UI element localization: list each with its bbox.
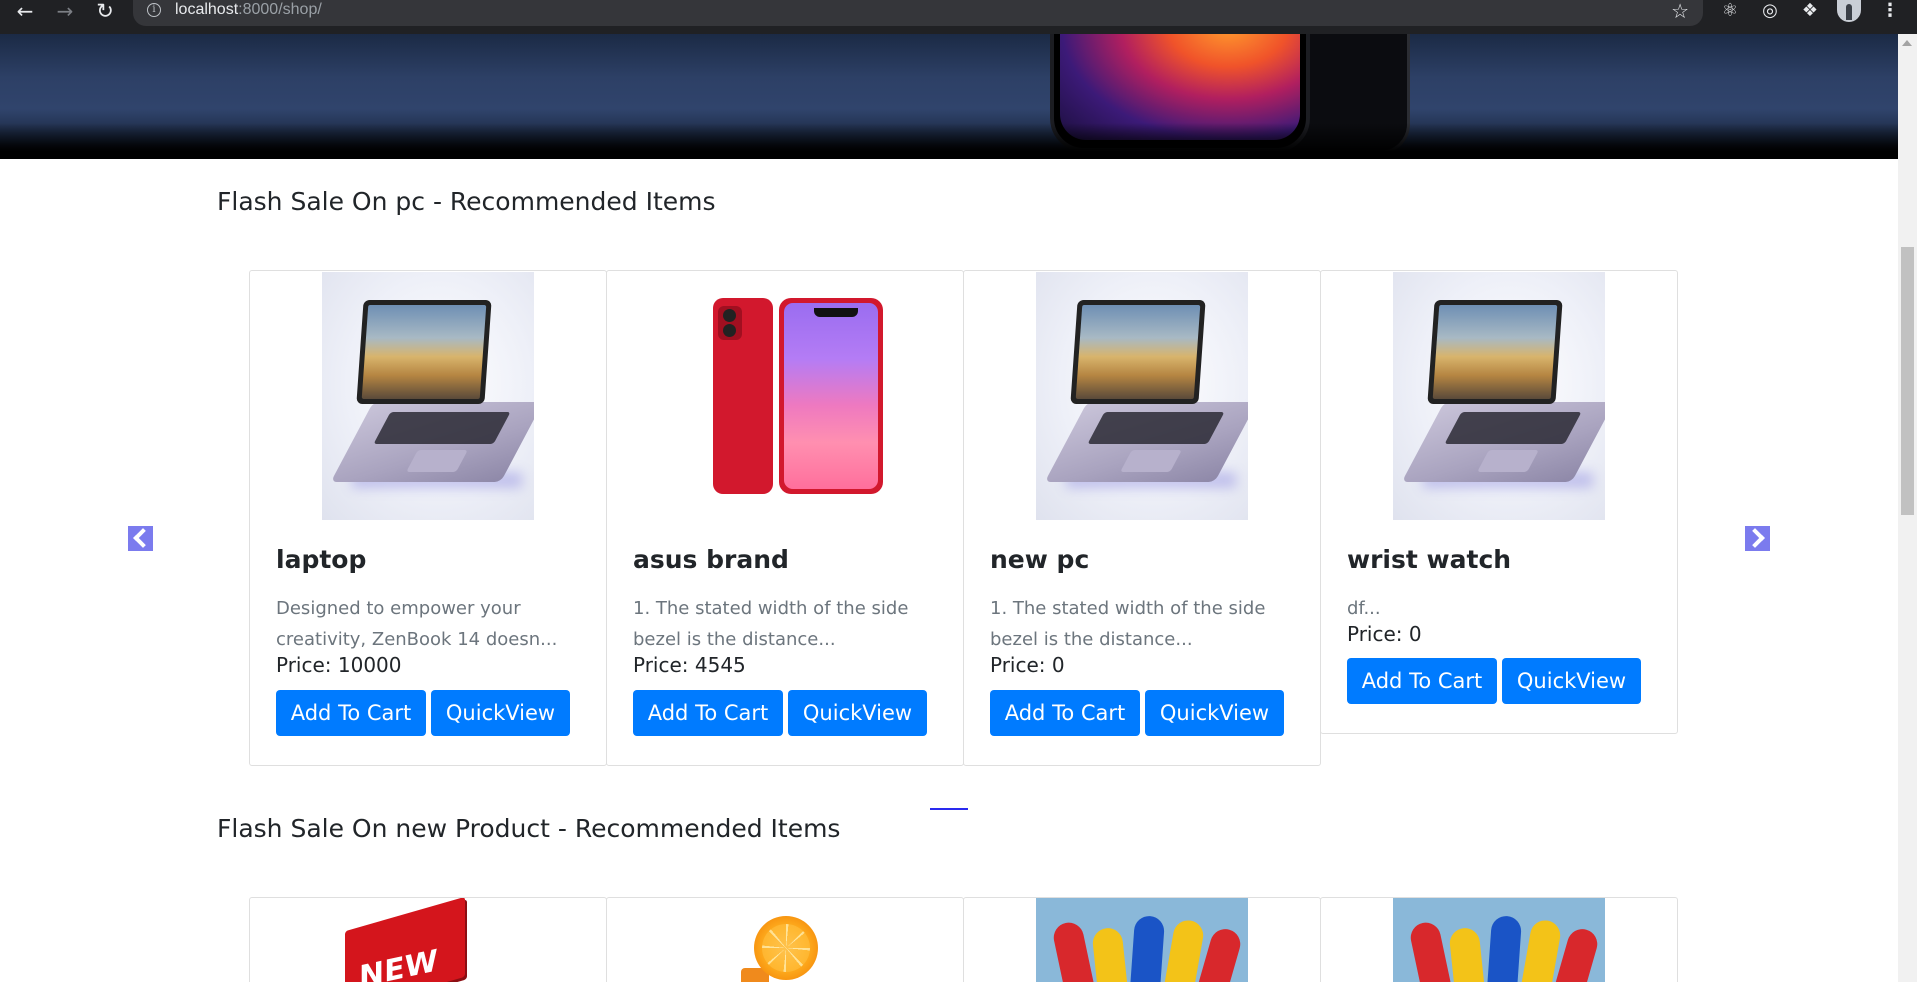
- product-card: wrist watch df... Price: 0 Add To Cart Q…: [1320, 270, 1678, 734]
- iphone-image[interactable]: [679, 272, 891, 520]
- sandal-shape: [1091, 926, 1131, 982]
- product-price: Price: 0: [1347, 622, 1422, 646]
- product-price: Price: 0: [990, 653, 1065, 677]
- sandal-shape: [1128, 915, 1166, 982]
- phone-screen: [1060, 34, 1300, 140]
- url-text[interactable]: localhost:8000/shop/: [175, 1, 322, 19]
- phone-front: [779, 298, 883, 494]
- add-to-cart-button[interactable]: Add To Cart: [633, 690, 783, 736]
- quick-view-button[interactable]: QuickView: [1502, 658, 1641, 704]
- sandal-shape: [1407, 919, 1457, 982]
- product-price: Price: 4545: [633, 653, 746, 677]
- product-card: [1320, 897, 1678, 982]
- section-title: Flash Sale On pc - Recommended Items: [217, 187, 716, 216]
- camera-icon: [718, 306, 742, 340]
- sandal-shape: [1485, 915, 1523, 982]
- sandal-shape: [1050, 919, 1100, 982]
- product-name: laptop: [276, 545, 367, 574]
- add-to-cart-button[interactable]: Add To Cart: [990, 690, 1140, 736]
- orange-juice-image[interactable]: [754, 916, 818, 980]
- url-host: localhost: [175, 1, 239, 18]
- site-info-icon[interactable]: i: [147, 3, 161, 17]
- scrollbar-thumb[interactable]: [1901, 247, 1914, 515]
- react-devtools-icon[interactable]: ⚛: [1717, 0, 1743, 24]
- star-icon[interactable]: ☆: [1671, 0, 1689, 23]
- product-card: [249, 897, 607, 982]
- new-badge-image[interactable]: [345, 898, 465, 982]
- product-name: wrist watch: [1347, 545, 1512, 574]
- product-card: [606, 897, 964, 982]
- product-card: asus brand 1. The stated width of the si…: [606, 270, 964, 766]
- arrow-right-icon[interactable]: →: [50, 0, 80, 24]
- product-card: new pc 1. The stated width of the side b…: [963, 270, 1321, 766]
- arrow-left-icon[interactable]: ←: [10, 0, 40, 24]
- phone-notch: [814, 308, 858, 317]
- laptop-keyboard: [1444, 412, 1582, 444]
- sandal-shape: [1517, 918, 1563, 982]
- laptop-screen: [356, 300, 492, 404]
- laptop-keyboard: [1087, 412, 1225, 444]
- laptop-screen: [1070, 300, 1206, 404]
- phone-screen: [784, 303, 878, 489]
- laptop-screen: [1427, 300, 1563, 404]
- product-card: laptop Designed to empower your creativi…: [249, 270, 607, 766]
- add-to-cart-button[interactable]: Add To Cart: [276, 690, 426, 736]
- address-bar[interactable]: i localhost:8000/shop/ ☆: [133, 0, 1703, 26]
- reload-icon[interactable]: ↻: [90, 0, 120, 24]
- product-description: 1. The stated width of the side bezel is…: [990, 598, 1266, 650]
- quick-view-button[interactable]: QuickView: [1145, 690, 1284, 736]
- browser-toolbar: ← → ↻ i localhost:8000/shop/ ☆ ⚛ ◎ ❖ ⋮: [0, 0, 1917, 34]
- quick-view-button[interactable]: QuickView: [788, 690, 927, 736]
- sandal-shape: [1160, 918, 1206, 982]
- hero-banner: [0, 34, 1898, 159]
- product-description: 1. The stated width of the side bezel is…: [633, 598, 909, 650]
- chevron-left-icon[interactable]: [128, 526, 153, 551]
- kebab-menu-icon[interactable]: ⋮: [1877, 0, 1903, 24]
- chevron-right-icon[interactable]: [1745, 526, 1770, 551]
- laptop-image[interactable]: [322, 272, 534, 520]
- target-icon[interactable]: ◎: [1757, 0, 1783, 24]
- product-description: df...: [1347, 598, 1381, 619]
- product-name: new pc: [990, 545, 1090, 574]
- product-card: [963, 897, 1321, 982]
- puzzle-extensions-icon[interactable]: ❖: [1797, 0, 1823, 24]
- laptop-image[interactable]: [1036, 272, 1248, 520]
- laptop-image[interactable]: [1393, 272, 1605, 520]
- product-price: Price: 10000: [276, 653, 402, 677]
- profile-avatar[interactable]: [1837, 0, 1861, 22]
- scroll-up-icon[interactable]: [1902, 40, 1912, 46]
- product-name: asus brand: [633, 545, 789, 574]
- phone-front-image: [1050, 34, 1310, 152]
- sandals-image[interactable]: [1393, 898, 1605, 982]
- section-title: Flash Sale On new Product - Recommended …: [217, 814, 841, 843]
- carousel-indicator[interactable]: [930, 808, 968, 810]
- sandal-shape: [1448, 926, 1488, 982]
- url-path: :8000/shop/: [238, 1, 322, 18]
- laptop-keyboard: [373, 412, 511, 444]
- add-to-cart-button[interactable]: Add To Cart: [1347, 658, 1497, 704]
- page-scrollbar[interactable]: [1898, 34, 1917, 982]
- product-description: Designed to empower your creativity, Zen…: [276, 598, 558, 650]
- phone-back: [713, 298, 773, 494]
- quick-view-button[interactable]: QuickView: [431, 690, 570, 736]
- sandals-image[interactable]: [1036, 898, 1248, 982]
